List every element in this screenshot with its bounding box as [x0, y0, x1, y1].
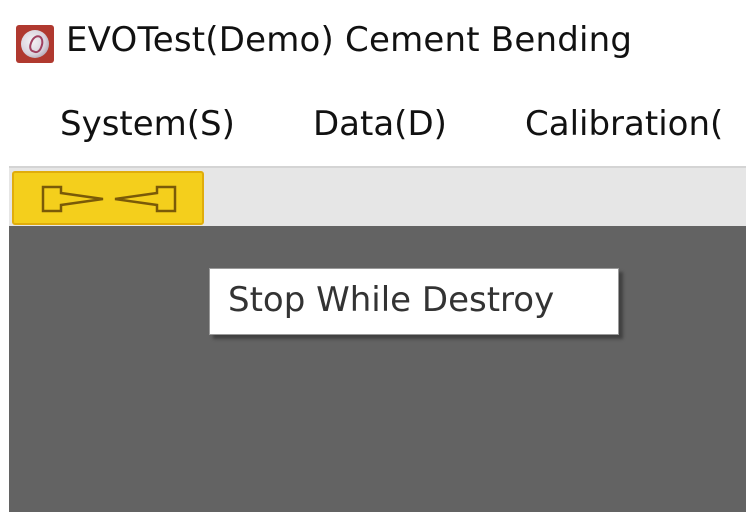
tooltip: Stop While Destroy [209, 268, 619, 335]
toolbar [9, 166, 746, 226]
stop-while-destroy-button[interactable] [12, 171, 204, 225]
stop-while-destroy-icon [41, 185, 177, 213]
title-bar: EVOTest(Demo) Cement Bending [0, 0, 746, 86]
menu-data[interactable]: Data(D) [313, 104, 447, 144]
app-logo-icon [16, 25, 54, 63]
menu-bar: System(S) Data(D) Calibration( [0, 86, 746, 166]
menu-calibration[interactable]: Calibration( [525, 104, 723, 144]
menu-system[interactable]: System(S) [60, 104, 235, 144]
app-window: EVOTest(Demo) Cement Bending System(S) D… [0, 0, 746, 512]
window-left-border [0, 0, 9, 512]
window-title: EVOTest(Demo) Cement Bending [66, 20, 633, 60]
